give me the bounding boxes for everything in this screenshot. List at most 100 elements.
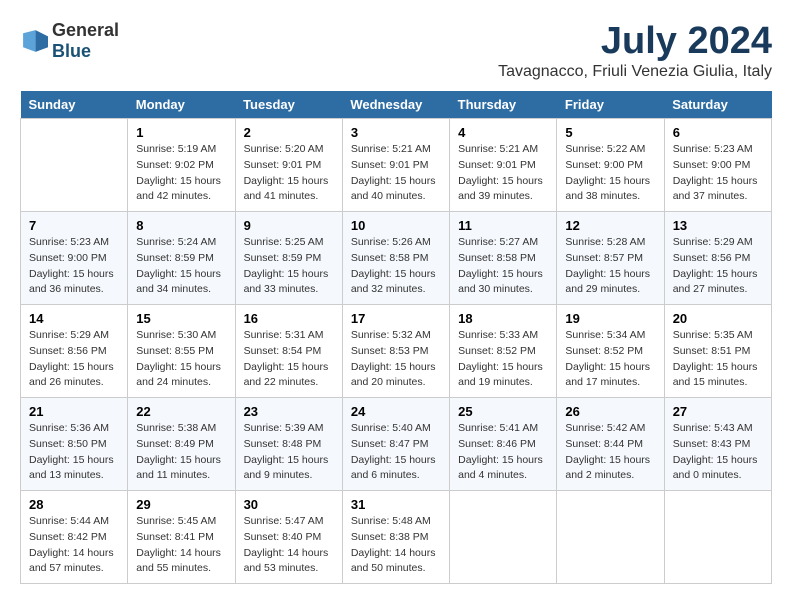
day-info: Sunrise: 5:42 AMSunset: 8:44 PMDaylight:… bbox=[565, 421, 655, 484]
day-info: Sunrise: 5:22 AMSunset: 9:00 PMDaylight:… bbox=[565, 142, 655, 205]
calendar-week-row: 28 Sunrise: 5:44 AMSunset: 8:42 PMDayligh… bbox=[21, 491, 772, 584]
day-number: 14 bbox=[29, 311, 119, 326]
calendar-cell: 23Sunrise: 5:39 AMSunset: 8:48 PMDayligh… bbox=[235, 398, 342, 491]
day-info: Sunrise: 5:24 AMSunset: 8:59 PMDaylight:… bbox=[136, 235, 226, 298]
calendar-cell: 9 Sunrise: 5:25 AMSunset: 8:59 PMDaylight… bbox=[235, 212, 342, 305]
day-info: Sunrise: 5:28 AMSunset: 8:57 PMDaylight:… bbox=[565, 235, 655, 298]
day-info: Sunrise: 5:26 AMSunset: 8:58 PMDaylight:… bbox=[351, 235, 441, 298]
day-number: 9 bbox=[244, 218, 334, 233]
day-header-sunday: Sunday bbox=[21, 91, 128, 119]
day-info: Sunrise: 5:33 AMSunset: 8:52 PMDaylight:… bbox=[458, 328, 548, 391]
page-header: General Blue July 2024 Tavagnacco, Friul… bbox=[20, 20, 772, 81]
day-info: Sunrise: 5:35 AMSunset: 8:51 PMDaylight:… bbox=[673, 328, 763, 391]
day-number: 16 bbox=[244, 311, 334, 326]
calendar-week-row: 21Sunrise: 5:36 AMSunset: 8:50 PMDayligh… bbox=[21, 398, 772, 491]
day-info: Sunrise: 5:47 AMSunset: 8:40 PMDaylight:… bbox=[244, 514, 334, 577]
day-number: 10 bbox=[351, 218, 441, 233]
day-header-friday: Friday bbox=[557, 91, 664, 119]
calendar-cell: 8 Sunrise: 5:24 AMSunset: 8:59 PMDaylight… bbox=[128, 212, 235, 305]
day-number: 18 bbox=[458, 311, 548, 326]
day-info: Sunrise: 5:20 AMSunset: 9:01 PMDaylight:… bbox=[244, 142, 334, 205]
calendar-cell: 1Sunrise: 5:19 AMSunset: 9:02 PMDaylight… bbox=[128, 119, 235, 212]
day-info: Sunrise: 5:29 AMSunset: 8:56 PMDaylight:… bbox=[29, 328, 119, 391]
day-info: Sunrise: 5:48 AMSunset: 8:38 PMDaylight:… bbox=[351, 514, 441, 577]
day-number: 13 bbox=[673, 218, 763, 233]
calendar-cell: 21Sunrise: 5:36 AMSunset: 8:50 PMDayligh… bbox=[21, 398, 128, 491]
day-header-saturday: Saturday bbox=[664, 91, 771, 119]
day-number: 17 bbox=[351, 311, 441, 326]
day-header-thursday: Thursday bbox=[450, 91, 557, 119]
day-info: Sunrise: 5:32 AMSunset: 8:53 PMDaylight:… bbox=[351, 328, 441, 391]
day-info: Sunrise: 5:43 AMSunset: 8:43 PMDaylight:… bbox=[673, 421, 763, 484]
day-number: 30 bbox=[244, 497, 334, 512]
logo: General Blue bbox=[20, 20, 119, 62]
title-block: July 2024 Tavagnacco, Friuli Venezia Giu… bbox=[498, 20, 772, 81]
calendar-cell: 6 Sunrise: 5:23 AMSunset: 9:00 PMDaylight… bbox=[664, 119, 771, 212]
day-info: Sunrise: 5:27 AMSunset: 8:58 PMDaylight:… bbox=[458, 235, 548, 298]
day-number: 6 bbox=[673, 125, 763, 140]
day-info: Sunrise: 5:25 AMSunset: 8:59 PMDaylight:… bbox=[244, 235, 334, 298]
calendar-cell: 17 Sunrise: 5:32 AMSunset: 8:53 PMDayligh… bbox=[342, 305, 449, 398]
calendar-cell: 5 Sunrise: 5:22 AMSunset: 9:00 PMDaylight… bbox=[557, 119, 664, 212]
day-number: 21 bbox=[29, 404, 119, 419]
main-title: July 2024 bbox=[498, 20, 772, 63]
day-number: 20 bbox=[673, 311, 763, 326]
calendar-cell: 24 Sunrise: 5:40 AMSunset: 8:47 PMDayligh… bbox=[342, 398, 449, 491]
calendar-cell: 7 Sunrise: 5:23 AMSunset: 9:00 PMDaylight… bbox=[21, 212, 128, 305]
calendar-table: SundayMondayTuesdayWednesdayThursdayFrid… bbox=[20, 91, 772, 584]
calendar-cell: 27 Sunrise: 5:43 AMSunset: 8:43 PMDayligh… bbox=[664, 398, 771, 491]
calendar-cell: 26 Sunrise: 5:42 AMSunset: 8:44 PMDayligh… bbox=[557, 398, 664, 491]
day-number: 5 bbox=[565, 125, 655, 140]
day-info: Sunrise: 5:34 AMSunset: 8:52 PMDaylight:… bbox=[565, 328, 655, 391]
day-info: Sunrise: 5:29 AMSunset: 8:56 PMDaylight:… bbox=[673, 235, 763, 298]
day-number: 26 bbox=[565, 404, 655, 419]
calendar-cell: 16 Sunrise: 5:31 AMSunset: 8:54 PMDayligh… bbox=[235, 305, 342, 398]
day-info: Sunrise: 5:23 AMSunset: 9:00 PMDaylight:… bbox=[29, 235, 119, 298]
day-number: 28 bbox=[29, 497, 119, 512]
calendar-cell: 14 Sunrise: 5:29 AMSunset: 8:56 PMDayligh… bbox=[21, 305, 128, 398]
calendar-cell: 12 Sunrise: 5:28 AMSunset: 8:57 PMDayligh… bbox=[557, 212, 664, 305]
day-number: 12 bbox=[565, 218, 655, 233]
day-info: Sunrise: 5:19 AMSunset: 9:02 PMDaylight:… bbox=[136, 142, 226, 205]
calendar-cell: 11 Sunrise: 5:27 AMSunset: 8:58 PMDayligh… bbox=[450, 212, 557, 305]
day-number: 4 bbox=[458, 125, 548, 140]
logo-blue-text: Blue bbox=[52, 41, 91, 61]
calendar-week-row: 1Sunrise: 5:19 AMSunset: 9:02 PMDaylight… bbox=[21, 119, 772, 212]
calendar-week-row: 14 Sunrise: 5:29 AMSunset: 8:56 PMDayligh… bbox=[21, 305, 772, 398]
calendar-cell: 18 Sunrise: 5:33 AMSunset: 8:52 PMDayligh… bbox=[450, 305, 557, 398]
day-info: Sunrise: 5:23 AMSunset: 9:00 PMDaylight:… bbox=[673, 142, 763, 205]
day-number: 11 bbox=[458, 218, 548, 233]
day-info: Sunrise: 5:40 AMSunset: 8:47 PMDaylight:… bbox=[351, 421, 441, 484]
day-number: 27 bbox=[673, 404, 763, 419]
day-info: Sunrise: 5:31 AMSunset: 8:54 PMDaylight:… bbox=[244, 328, 334, 391]
calendar-cell: 3Sunrise: 5:21 AMSunset: 9:01 PMDaylight… bbox=[342, 119, 449, 212]
day-info: Sunrise: 5:30 AMSunset: 8:55 PMDaylight:… bbox=[136, 328, 226, 391]
day-number: 2 bbox=[244, 125, 334, 140]
day-number: 24 bbox=[351, 404, 441, 419]
calendar-cell: 19 Sunrise: 5:34 AMSunset: 8:52 PMDayligh… bbox=[557, 305, 664, 398]
day-info: Sunrise: 5:44 AMSunset: 8:42 PMDaylight:… bbox=[29, 514, 119, 577]
day-header-monday: Monday bbox=[128, 91, 235, 119]
calendar-week-row: 7 Sunrise: 5:23 AMSunset: 9:00 PMDaylight… bbox=[21, 212, 772, 305]
calendar-cell: 28 Sunrise: 5:44 AMSunset: 8:42 PMDayligh… bbox=[21, 491, 128, 584]
day-number: 8 bbox=[136, 218, 226, 233]
calendar-cell: 15 Sunrise: 5:30 AMSunset: 8:55 PMDayligh… bbox=[128, 305, 235, 398]
day-number: 7 bbox=[29, 218, 119, 233]
calendar-cell bbox=[664, 491, 771, 584]
calendar-cell: 29Sunrise: 5:45 AMSunset: 8:41 PMDayligh… bbox=[128, 491, 235, 584]
day-number: 15 bbox=[136, 311, 226, 326]
day-number: 19 bbox=[565, 311, 655, 326]
calendar-cell: 10 Sunrise: 5:26 AMSunset: 8:58 PMDayligh… bbox=[342, 212, 449, 305]
day-number: 25 bbox=[458, 404, 548, 419]
logo-icon bbox=[20, 27, 48, 55]
calendar-cell bbox=[21, 119, 128, 212]
calendar-cell: 13 Sunrise: 5:29 AMSunset: 8:56 PMDayligh… bbox=[664, 212, 771, 305]
day-info: Sunrise: 5:39 AMSunset: 8:48 PMDaylight:… bbox=[244, 421, 334, 484]
day-number: 29 bbox=[136, 497, 226, 512]
calendar-cell: 30 Sunrise: 5:47 AMSunset: 8:40 PMDayligh… bbox=[235, 491, 342, 584]
calendar-cell: 22Sunrise: 5:38 AMSunset: 8:49 PMDayligh… bbox=[128, 398, 235, 491]
calendar-cell: 4Sunrise: 5:21 AMSunset: 9:01 PMDaylight… bbox=[450, 119, 557, 212]
day-number: 31 bbox=[351, 497, 441, 512]
logo-general-text: General bbox=[52, 20, 119, 40]
day-info: Sunrise: 5:21 AMSunset: 9:01 PMDaylight:… bbox=[351, 142, 441, 205]
